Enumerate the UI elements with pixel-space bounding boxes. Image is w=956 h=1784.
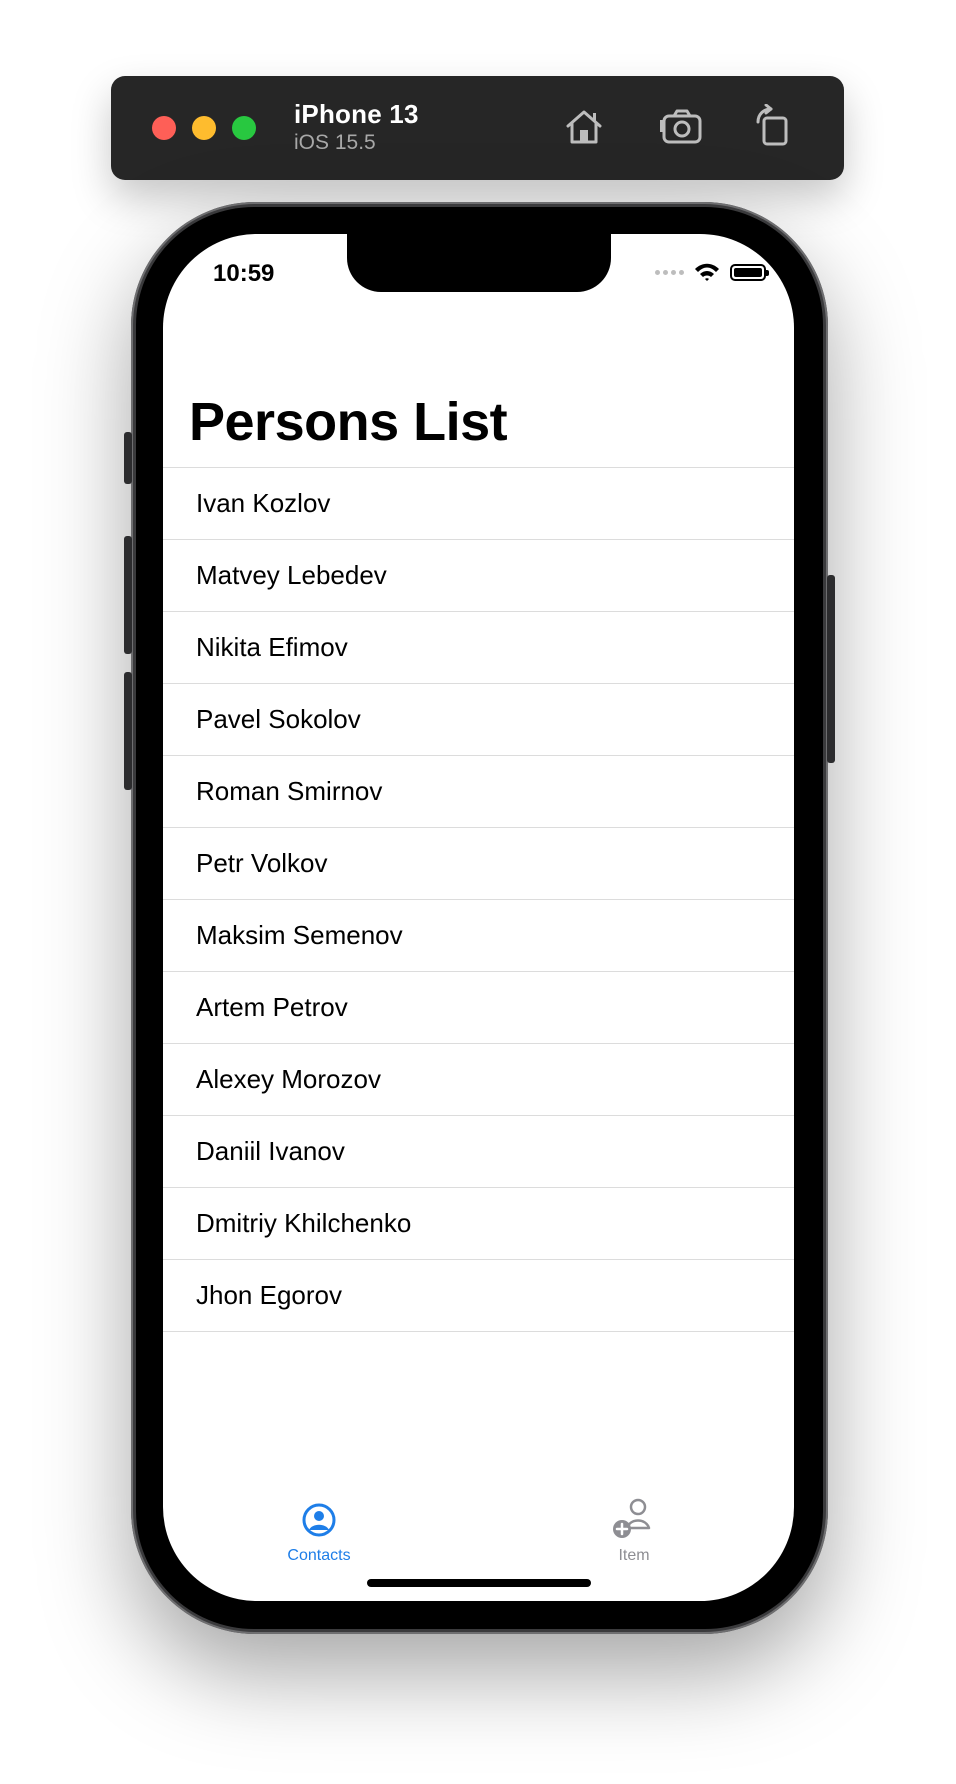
- list-item[interactable]: Pavel Sokolov: [163, 684, 794, 756]
- list-item[interactable]: Roman Smirnov: [163, 756, 794, 828]
- list-item[interactable]: Matvey Lebedev: [163, 540, 794, 612]
- minimize-window-button[interactable]: [192, 116, 216, 140]
- list-item[interactable]: Nikita Efimov: [163, 612, 794, 684]
- list-item[interactable]: Jhon Egorov: [163, 1260, 794, 1332]
- list-item[interactable]: Artem Petrov: [163, 972, 794, 1044]
- wifi-icon: [695, 263, 719, 281]
- list-item[interactable]: Ivan Kozlov: [163, 468, 794, 540]
- zoom-window-button[interactable]: [232, 116, 256, 140]
- screenshot-icon[interactable]: [659, 104, 705, 150]
- power-button: [827, 575, 835, 763]
- home-icon[interactable]: [561, 104, 607, 150]
- home-indicator[interactable]: [367, 1579, 591, 1587]
- close-window-button[interactable]: [152, 116, 176, 140]
- tab-label: Item: [618, 1547, 650, 1564]
- persons-list: Ivan Kozlov Matvey Lebedev Nikita Efimov…: [163, 467, 794, 1332]
- simulator-os-version: iOS 15.5: [294, 131, 376, 154]
- volume-down-button: [124, 672, 132, 790]
- list-item[interactable]: Alexey Morozov: [163, 1044, 794, 1116]
- simulator-device-name: iPhone 13: [294, 99, 419, 129]
- device-screen: 10:59 Persons List Ivan Kozlov Matvey Le…: [163, 234, 794, 1601]
- list-item[interactable]: Daniil Ivanov: [163, 1116, 794, 1188]
- list-item[interactable]: Maksim Semenov: [163, 900, 794, 972]
- tab-contacts[interactable]: Contacts: [259, 1497, 379, 1565]
- rotate-icon[interactable]: [750, 103, 796, 150]
- list-item[interactable]: Dmitriy Khilchenko: [163, 1188, 794, 1260]
- simulator-toolbar: [111, 76, 844, 180]
- status-time: 10:59: [213, 260, 275, 287]
- silent-switch: [124, 432, 132, 484]
- list-item[interactable]: Petr Volkov: [163, 828, 794, 900]
- notch: [347, 234, 611, 292]
- status-icons: [655, 262, 769, 282]
- person-circle-icon: [302, 1503, 336, 1537]
- tab-item[interactable]: Item: [574, 1497, 694, 1565]
- cellular-signal-icon: [655, 269, 684, 275]
- tab-label: Contacts: [287, 1547, 351, 1564]
- volume-up-button: [124, 536, 132, 654]
- battery-icon: [730, 263, 769, 281]
- page-title: Persons List: [189, 392, 508, 452]
- person-add-icon: [613, 1498, 651, 1538]
